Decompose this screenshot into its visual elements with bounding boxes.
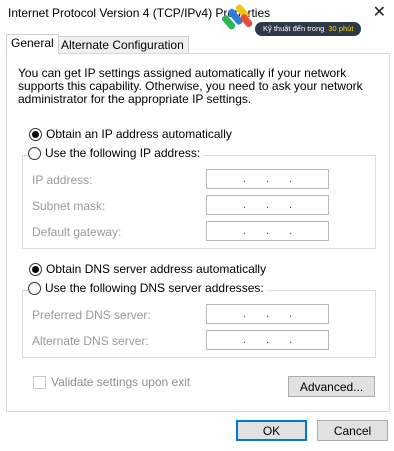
tab-alternate-configuration-label: Alternate Configuration bbox=[61, 38, 184, 52]
ip-address-label: IP address: bbox=[32, 173, 93, 187]
cancel-button-label: Cancel bbox=[333, 423, 372, 438]
radio-obtain-dns-auto[interactable]: Obtain DNS server address automatically bbox=[29, 262, 266, 276]
default-gateway-input[interactable]: ... bbox=[206, 221, 329, 241]
checkbox-unchecked-icon bbox=[33, 375, 46, 389]
subnet-mask-input[interactable]: ... bbox=[206, 195, 329, 215]
ip-dot: . bbox=[242, 173, 247, 185]
radio-use-following-dns[interactable]: Use the following DNS server addresses: bbox=[28, 281, 267, 295]
preferred-dns-label: Preferred DNS server: bbox=[32, 308, 151, 322]
watermark: Kỹ thuật đến trong 30 phút bbox=[221, 2, 369, 42]
default-gateway-label: Default gateway: bbox=[32, 225, 122, 239]
ip-dot: . bbox=[242, 334, 247, 346]
ip-dot: . bbox=[265, 225, 270, 237]
ip-dot: . bbox=[265, 173, 270, 185]
radio-unselected-icon bbox=[28, 281, 41, 295]
preferred-dns-input[interactable]: ... bbox=[206, 304, 329, 324]
ip-dot: . bbox=[288, 225, 293, 237]
tab-alternate-configuration[interactable]: Alternate Configuration bbox=[56, 36, 189, 53]
ok-button-label: OK bbox=[262, 423, 281, 438]
radio-obtain-ip-auto-label: Obtain an IP address automatically bbox=[46, 127, 232, 141]
tab-general-label: General bbox=[11, 36, 54, 50]
validate-settings-label: Validate settings upon exit bbox=[51, 375, 191, 389]
ip-address-input[interactable]: ... bbox=[206, 169, 329, 189]
radio-obtain-dns-auto-label: Obtain DNS server address automatically bbox=[46, 262, 267, 276]
advanced-button[interactable]: Advanced... bbox=[288, 376, 375, 397]
ip-dot: . bbox=[265, 334, 270, 346]
cancel-button[interactable]: Cancel bbox=[317, 420, 388, 441]
ip-dot: . bbox=[242, 225, 247, 237]
validate-settings-checkbox[interactable]: Validate settings upon exit bbox=[33, 375, 190, 389]
ip-dot: . bbox=[242, 308, 247, 320]
radio-obtain-ip-auto[interactable]: Obtain an IP address automatically bbox=[29, 127, 232, 141]
alternate-dns-input[interactable]: ... bbox=[206, 330, 329, 350]
ip-dot: . bbox=[288, 173, 293, 185]
description-text: You can get IP settings assigned automat… bbox=[18, 66, 363, 106]
radio-selected-icon bbox=[29, 127, 42, 141]
alternate-dns-label: Alternate DNS server: bbox=[32, 334, 149, 348]
watermark-highlight: 30 phút bbox=[328, 24, 354, 33]
ok-button[interactable]: OK bbox=[236, 420, 307, 441]
tab-general[interactable]: General bbox=[6, 34, 59, 54]
radio-use-following-ip-label: Use the following IP address: bbox=[45, 146, 201, 160]
radio-unselected-icon bbox=[28, 146, 41, 160]
radio-use-following-dns-label: Use the following DNS server addresses: bbox=[45, 281, 264, 295]
ip-dot: . bbox=[265, 199, 270, 211]
watermark-logo-icon bbox=[222, 4, 253, 30]
radio-selected-icon bbox=[29, 262, 42, 276]
ip-dot: . bbox=[288, 308, 293, 320]
watermark-badge: Kỹ thuật đến trong 30 phút bbox=[255, 22, 362, 36]
radio-use-following-ip[interactable]: Use the following IP address: bbox=[28, 146, 204, 160]
subnet-mask-label: Subnet mask: bbox=[32, 199, 106, 213]
ip-dot: . bbox=[288, 199, 293, 211]
close-icon[interactable]: ✕ bbox=[373, 2, 386, 22]
ip-dot: . bbox=[265, 308, 270, 320]
ip-dot: . bbox=[242, 199, 247, 211]
watermark-text: Kỹ thuật đến trong bbox=[263, 24, 325, 33]
ip-dot: . bbox=[288, 334, 293, 346]
advanced-button-label: Advanced... bbox=[299, 379, 364, 394]
